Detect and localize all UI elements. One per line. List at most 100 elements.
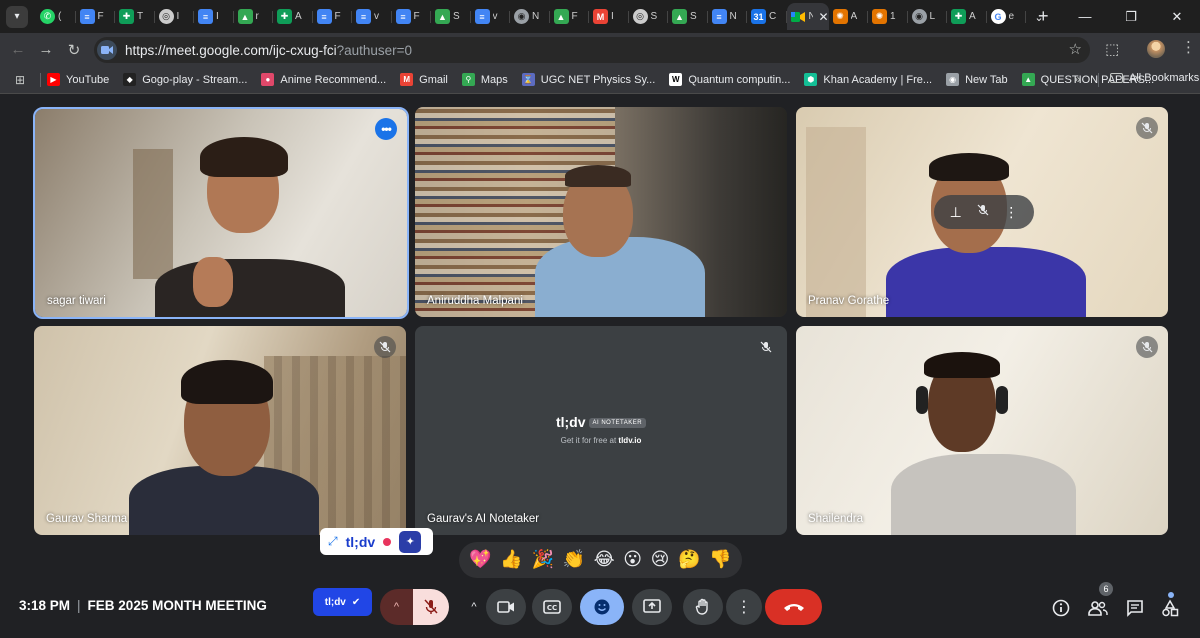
browser-tab[interactable]: N ✕ bbox=[786, 3, 829, 30]
restore-button[interactable]: ❐ bbox=[1108, 9, 1154, 25]
more-options-icon[interactable]: ⋮ bbox=[1004, 204, 1018, 221]
pin-icon[interactable]: ⊥ bbox=[950, 204, 962, 221]
browser-tab[interactable]: ◎ S bbox=[629, 3, 669, 30]
send-reaction-button[interactable] bbox=[580, 589, 624, 625]
tldv-widget-label: tl;dv bbox=[345, 533, 376, 550]
bookmark-item[interactable]: ⚲ Maps bbox=[461, 73, 508, 86]
extensions-icon[interactable]: ⬚ bbox=[1105, 40, 1119, 58]
activities-button[interactable] bbox=[1159, 597, 1181, 619]
meet-site-icon[interactable] bbox=[97, 40, 117, 60]
bookmark-item[interactable]: ⌛ UGC NET Physics Sy... bbox=[521, 73, 655, 86]
bookmark-star-icon[interactable]: ☆ bbox=[1069, 40, 1082, 58]
present-screen-button[interactable] bbox=[632, 589, 672, 625]
profile-avatar[interactable] bbox=[1147, 40, 1165, 58]
browser-tab[interactable]: ▲ r bbox=[234, 3, 274, 30]
reaction-emoji[interactable]: 😢 bbox=[651, 551, 670, 569]
chrome-menu-icon[interactable]: ⋮ bbox=[1181, 38, 1196, 56]
reload-button[interactable]: ↻ bbox=[60, 41, 88, 59]
bookmark-item[interactable]: ⬢ Khan Academy | Fre... bbox=[804, 73, 932, 86]
expand-icon[interactable]: ⤢ bbox=[328, 534, 338, 549]
mic-toggle-button[interactable] bbox=[413, 589, 449, 625]
reaction-emoji[interactable]: 👍 bbox=[500, 551, 522, 569]
captions-button[interactable]: CC bbox=[532, 589, 572, 625]
minimize-button[interactable]: — bbox=[1062, 9, 1108, 24]
browser-tab[interactable]: ✺ A bbox=[829, 3, 869, 30]
microphone-control[interactable]: ^ bbox=[380, 589, 449, 625]
browser-tab[interactable]: ≡ v bbox=[471, 3, 511, 30]
browser-tab[interactable]: ≡ v bbox=[352, 3, 392, 30]
browser-tab[interactable]: ≡ F bbox=[313, 3, 353, 30]
bookmark-item[interactable]: ● Anime Recommend... bbox=[261, 73, 386, 86]
apps-grid-icon[interactable]: ⊞ bbox=[0, 73, 40, 87]
browser-tab[interactable]: ✺ 1 bbox=[868, 3, 908, 30]
browser-tab[interactable]: ◎ I bbox=[155, 3, 195, 30]
browser-tab[interactable]: ✚ A bbox=[273, 3, 313, 30]
bookmark-label: Gmail bbox=[419, 73, 448, 86]
meeting-details-button[interactable] bbox=[1050, 597, 1072, 619]
docs-icon: ≡ bbox=[356, 9, 371, 24]
more-options-button[interactable]: ⋮ bbox=[726, 589, 762, 625]
tldv-widget[interactable]: ⤢ tl;dv ✦ bbox=[320, 528, 433, 555]
bookmark-item[interactable]: M Gmail bbox=[400, 73, 448, 86]
all-bookmarks-button[interactable]: All Bookmarks bbox=[1110, 72, 1199, 84]
reaction-emoji[interactable]: 🎉 bbox=[531, 551, 553, 569]
bookmark-item[interactable]: W Quantum computin... bbox=[669, 73, 790, 86]
reaction-emoji[interactable]: 😂 bbox=[594, 551, 615, 569]
participant-name: Shailendra bbox=[808, 513, 863, 525]
close-tab-icon[interactable]: ✕ bbox=[818, 10, 828, 24]
address-bar[interactable]: https://meet.google.com/ijc-cxug-fci?aut… bbox=[94, 37, 1090, 63]
mute-participant-icon[interactable] bbox=[977, 203, 989, 221]
browser-tab[interactable]: ✚ T bbox=[115, 3, 155, 30]
people-button[interactable] bbox=[1087, 597, 1109, 619]
participant-tile[interactable]: ⊥ ⋮ Pranav Gorathe bbox=[796, 107, 1168, 317]
participant-name: Pranav Gorathe bbox=[808, 295, 890, 307]
participant-tile[interactable]: ••• sagar tiwari bbox=[33, 107, 409, 319]
notetaker-logo: tl;dv AI NOTETAKER Get it for free at tld… bbox=[415, 414, 787, 445]
chevron-down-icon[interactable]: ⌄ bbox=[1028, 6, 1050, 28]
raise-hand-button[interactable] bbox=[683, 589, 723, 625]
tab-search-menu-button[interactable]: ▾ bbox=[6, 5, 28, 28]
browser-tab[interactable]: Ge bbox=[987, 3, 1027, 30]
more-bookmarks-icon[interactable]: » bbox=[1074, 72, 1081, 86]
browser-tab[interactable]: ◉ N bbox=[510, 3, 550, 30]
reaction-emoji[interactable]: 👏 bbox=[563, 551, 585, 569]
camera-toggle-button[interactable] bbox=[486, 589, 526, 625]
browser-tab[interactable]: ≡ I bbox=[194, 3, 234, 30]
video-options-chevron[interactable]: ^ bbox=[463, 589, 485, 625]
participant-tile[interactable]: Gaurav Sharma bbox=[34, 326, 406, 535]
audio-options-chevron[interactable]: ^ bbox=[380, 589, 413, 625]
more-options-icon[interactable]: ••• bbox=[375, 118, 397, 140]
browser-tab[interactable]: ◉ L bbox=[908, 3, 948, 30]
sparkle-icon[interactable]: ✦ bbox=[399, 530, 422, 553]
bookmark-item[interactable]: ◉ New Tab bbox=[946, 73, 1008, 86]
reaction-emoji[interactable]: 💖 bbox=[469, 551, 491, 569]
reaction-emoji[interactable]: 😮 bbox=[623, 551, 642, 569]
browser-tab[interactable]: ✚ A bbox=[947, 3, 987, 30]
forward-button[interactable]: → bbox=[32, 41, 60, 58]
browser-tab[interactable]: ≡ F bbox=[392, 3, 432, 30]
mic-off-icon bbox=[374, 336, 396, 358]
browser-tab[interactable]: ✆( bbox=[36, 3, 76, 30]
bookmark-item[interactable]: ◆ Gogo-play - Stream... bbox=[123, 73, 247, 86]
browser-tab[interactable]: 31 C bbox=[747, 3, 787, 30]
chat-button[interactable] bbox=[1124, 597, 1146, 619]
bookmark-item[interactable]: ▶ YouTube bbox=[47, 73, 109, 86]
tab-title: v bbox=[374, 11, 379, 22]
browser-tab[interactable]: ▲ S bbox=[431, 3, 471, 30]
browser-tab[interactable]: ≡ N bbox=[708, 3, 748, 30]
participant-tile[interactable]: tl;dv AI NOTETAKER Get it for free at tld… bbox=[415, 326, 787, 535]
browser-tab[interactable]: ▲ F bbox=[550, 3, 590, 30]
tldv-extension-button[interactable]: tl;dv ✔ bbox=[313, 588, 372, 616]
window-controls: — ❐ ✕ bbox=[1062, 0, 1200, 33]
participant-tile[interactable]: Aniruddha Malpani bbox=[415, 107, 787, 317]
participant-tile[interactable]: Shailendra bbox=[796, 326, 1168, 535]
reaction-emoji[interactable]: 👎 bbox=[709, 551, 731, 569]
reaction-emoji[interactable]: 🤔 bbox=[678, 551, 700, 569]
browser-tab[interactable]: ▲ S bbox=[668, 3, 708, 30]
browser-tab[interactable]: MI bbox=[589, 3, 629, 30]
back-button[interactable]: ← bbox=[4, 41, 32, 58]
browser-tab[interactable]: ≡ F bbox=[76, 3, 116, 30]
youtube-icon: ▶ bbox=[47, 73, 60, 86]
close-window-button[interactable]: ✕ bbox=[1154, 9, 1200, 25]
leave-call-button[interactable] bbox=[765, 589, 822, 625]
